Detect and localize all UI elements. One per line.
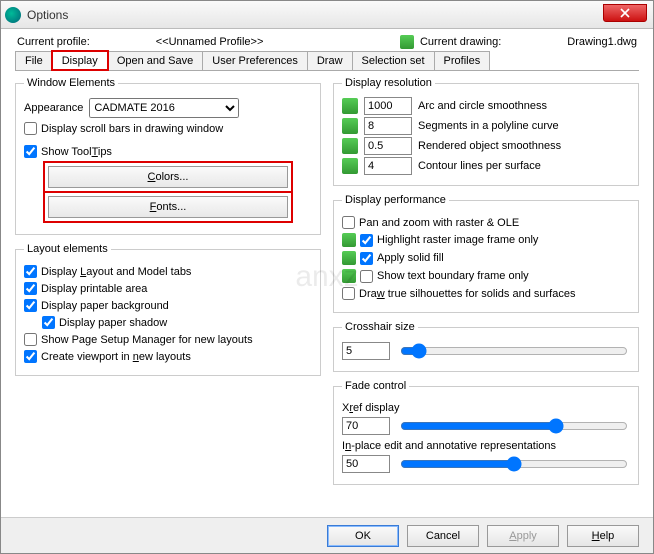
scrollbars-label: Display scroll bars in drawing window bbox=[41, 123, 223, 135]
tooltips-label: Show ToolTips bbox=[41, 146, 112, 158]
solid-label: Apply solid fill bbox=[377, 252, 444, 264]
tab-draw[interactable]: Draw bbox=[307, 51, 353, 70]
fade-control-group: Fade control Xref display In-place edit … bbox=[333, 380, 639, 485]
drawing-value: Drawing1.dwg bbox=[567, 36, 637, 48]
silhouettes-checkbox[interactable] bbox=[342, 287, 355, 300]
dialog-footer: OK Cancel Apply Help bbox=[1, 517, 653, 553]
titlebar: Options bbox=[1, 1, 653, 29]
display-performance-group: Display performance Pan and zoom with ra… bbox=[333, 194, 639, 313]
layout-tabs-checkbox[interactable] bbox=[24, 265, 37, 278]
xref-label: Xref display bbox=[342, 402, 630, 414]
layout-tabs-label: Display Layout and Model tabs bbox=[41, 266, 191, 278]
options-dialog: Options Current profile: <<Unnamed Profi… bbox=[0, 0, 654, 554]
tab-open-save[interactable]: Open and Save bbox=[107, 51, 203, 70]
display-resolution-group: Display resolution Arc and circle smooth… bbox=[333, 77, 639, 186]
crosshair-slider[interactable] bbox=[400, 343, 628, 359]
xref-slider[interactable] bbox=[400, 418, 628, 434]
xref-input[interactable] bbox=[342, 417, 390, 435]
contour-icon bbox=[342, 158, 358, 174]
crosshair-group: Crosshair size bbox=[333, 321, 639, 372]
contour-label: Contour lines per surface bbox=[418, 160, 541, 172]
solid-icon bbox=[342, 251, 356, 265]
pan-checkbox[interactable] bbox=[342, 216, 355, 229]
pan-label: Pan and zoom with raster & OLE bbox=[359, 217, 519, 229]
page-setup-checkbox[interactable] bbox=[24, 333, 37, 346]
highlight-label: Highlight raster image frame only bbox=[377, 234, 538, 246]
tooltips-checkbox[interactable] bbox=[24, 145, 37, 158]
highlight-icon bbox=[342, 233, 356, 247]
textframe-icon bbox=[342, 269, 356, 283]
profile-value: <<Unnamed Profile>> bbox=[156, 36, 264, 48]
paper-bg-label: Display paper background bbox=[41, 300, 169, 312]
colors-button[interactable]: Colors... bbox=[48, 166, 288, 188]
segments-input[interactable] bbox=[364, 117, 412, 135]
apply-button[interactable]: Apply bbox=[487, 525, 559, 547]
tab-profiles[interactable]: Profiles bbox=[434, 51, 491, 70]
rendered-label: Rendered object smoothness bbox=[418, 140, 561, 152]
viewport-checkbox[interactable] bbox=[24, 350, 37, 363]
rendered-icon bbox=[342, 138, 358, 154]
contour-input[interactable] bbox=[364, 157, 412, 175]
page-setup-label: Show Page Setup Manager for new layouts bbox=[41, 334, 253, 346]
display-performance-legend: Display performance bbox=[342, 194, 449, 206]
printable-checkbox[interactable] bbox=[24, 282, 37, 295]
drawing-label: Current drawing: bbox=[420, 36, 501, 48]
rendered-input[interactable] bbox=[364, 137, 412, 155]
segments-icon bbox=[342, 118, 358, 134]
close-icon bbox=[620, 8, 630, 18]
silhouettes-label: Draw true silhouettes for solids and sur… bbox=[359, 288, 575, 300]
window-title: Options bbox=[27, 8, 68, 22]
profile-row: Current profile: <<Unnamed Profile>> Cur… bbox=[1, 29, 653, 51]
profile-label: Current profile: bbox=[17, 36, 90, 48]
viewport-label: Create viewport in new layouts bbox=[41, 351, 191, 363]
scrollbars-checkbox[interactable] bbox=[24, 122, 37, 135]
app-icon bbox=[5, 7, 21, 23]
tab-display[interactable]: Display bbox=[52, 51, 108, 70]
printable-label: Display printable area bbox=[41, 283, 147, 295]
highlight-checkbox[interactable] bbox=[360, 234, 373, 247]
ok-button[interactable]: OK bbox=[327, 525, 399, 547]
crosshair-input[interactable] bbox=[342, 342, 390, 360]
fade-control-legend: Fade control bbox=[342, 380, 409, 392]
content-area: Window Elements Appearance CADMATE 2016 … bbox=[1, 71, 653, 499]
cancel-button[interactable]: Cancel bbox=[407, 525, 479, 547]
window-elements-group: Window Elements Appearance CADMATE 2016 … bbox=[15, 77, 321, 235]
paper-shadow-label: Display paper shadow bbox=[59, 317, 167, 329]
tab-file[interactable]: File bbox=[15, 51, 53, 70]
appearance-combo[interactable]: CADMATE 2016 bbox=[89, 98, 239, 118]
inplace-slider[interactable] bbox=[400, 456, 628, 472]
arc-icon bbox=[342, 98, 358, 114]
arc-input[interactable] bbox=[364, 97, 412, 115]
close-button[interactable] bbox=[603, 4, 647, 22]
solid-checkbox[interactable] bbox=[360, 252, 373, 265]
tab-strip: File Display Open and Save User Preferen… bbox=[15, 51, 639, 71]
tab-selection-set[interactable]: Selection set bbox=[352, 51, 435, 70]
inplace-label: In-place edit and annotative representat… bbox=[342, 440, 630, 452]
right-column: Display resolution Arc and circle smooth… bbox=[333, 77, 639, 491]
display-resolution-legend: Display resolution bbox=[342, 77, 435, 89]
window-elements-legend: Window Elements bbox=[24, 77, 118, 89]
paper-bg-checkbox[interactable] bbox=[24, 299, 37, 312]
inplace-input[interactable] bbox=[342, 455, 390, 473]
drawing-icon bbox=[400, 35, 414, 49]
layout-elements-legend: Layout elements bbox=[24, 243, 111, 255]
textframe-label: Show text boundary frame only bbox=[377, 270, 529, 282]
crosshair-legend: Crosshair size bbox=[342, 321, 418, 333]
segments-label: Segments in a polyline curve bbox=[418, 120, 559, 132]
arc-label: Arc and circle smoothness bbox=[418, 100, 547, 112]
help-button[interactable]: Help bbox=[567, 525, 639, 547]
paper-shadow-checkbox[interactable] bbox=[42, 316, 55, 329]
fonts-button[interactable]: Fonts... bbox=[48, 196, 288, 218]
tab-user-prefs[interactable]: User Preferences bbox=[202, 51, 308, 70]
layout-elements-group: Layout elements Display Layout and Model… bbox=[15, 243, 321, 376]
appearance-label: Appearance bbox=[24, 102, 83, 114]
textframe-checkbox[interactable] bbox=[360, 270, 373, 283]
left-column: Window Elements Appearance CADMATE 2016 … bbox=[15, 77, 321, 491]
